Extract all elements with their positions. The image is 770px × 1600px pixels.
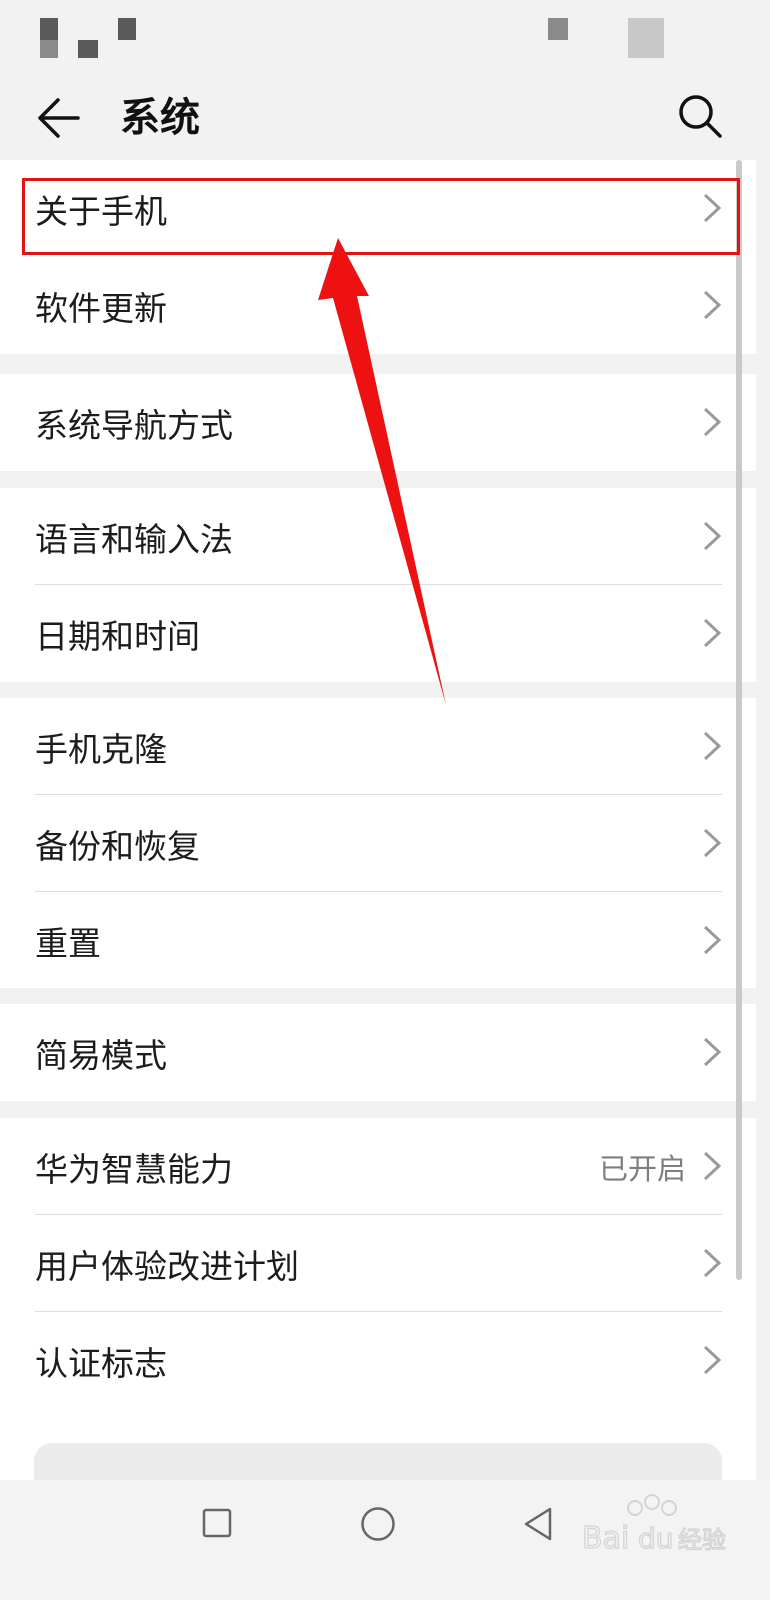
chevron-right-icon bbox=[703, 731, 722, 761]
settings-group-backup: 手机克隆 备份和恢复 重置 bbox=[0, 698, 756, 988]
scrollbar[interactable] bbox=[736, 160, 742, 1280]
settings-item-date-time[interactable]: 日期和时间 bbox=[0, 585, 756, 682]
circle-icon[interactable] bbox=[360, 1506, 396, 1542]
app-header: 系统 bbox=[0, 72, 770, 162]
settings-item-label: 用户体验改进计划 bbox=[35, 1246, 299, 1286]
settings-item-reset[interactable]: 重置 bbox=[0, 892, 756, 989]
chevron-right-icon bbox=[703, 925, 722, 955]
settings-item-system-navigation[interactable]: 系统导航方式 bbox=[0, 374, 756, 471]
page-title: 系统 bbox=[120, 95, 200, 141]
chevron-right-icon bbox=[703, 521, 722, 551]
chevron-right-icon bbox=[703, 1151, 722, 1181]
settings-group-navigation: 系统导航方式 bbox=[0, 374, 756, 471]
settings-group-huawei: 华为智慧能力 已开启 用户体验改进计划 认证标志 bbox=[0, 1118, 756, 1410]
chevron-right-icon bbox=[703, 828, 722, 858]
chevron-right-icon bbox=[703, 1248, 722, 1278]
status-battery-block bbox=[628, 18, 664, 58]
chevron-right-icon bbox=[703, 1037, 722, 1067]
settings-item-label: 备份和恢复 bbox=[35, 826, 200, 866]
annotation-highlight-box bbox=[22, 178, 740, 255]
settings-group-language: 语言和输入法 日期和时间 bbox=[0, 488, 756, 682]
settings-item-status: 已开启 bbox=[598, 1151, 686, 1186]
triangle-back-icon[interactable] bbox=[522, 1506, 554, 1542]
search-icon[interactable] bbox=[674, 90, 726, 142]
chevron-right-icon bbox=[703, 407, 722, 437]
settings-item-label: 手机克隆 bbox=[35, 729, 167, 769]
settings-item-software-update[interactable]: 软件更新 bbox=[0, 257, 756, 354]
status-signal-block bbox=[40, 40, 58, 58]
settings-item-backup-restore[interactable]: 备份和恢复 bbox=[0, 795, 756, 892]
settings-item-label: 语言和输入法 bbox=[35, 519, 233, 559]
settings-item-phone-clone[interactable]: 手机克隆 bbox=[0, 698, 756, 795]
settings-item-simple-mode[interactable]: 简易模式 bbox=[0, 1004, 756, 1101]
status-signal-block bbox=[118, 18, 136, 40]
settings-item-label: 华为智慧能力 bbox=[35, 1149, 233, 1189]
watermark-logo: Bai du 经验 bbox=[580, 1490, 730, 1580]
settings-item-label: 系统导航方式 bbox=[35, 405, 233, 445]
status-signal-block bbox=[40, 18, 58, 40]
chevron-right-icon bbox=[703, 618, 722, 648]
settings-item-label: 日期和时间 bbox=[35, 616, 200, 656]
settings-item-language-input[interactable]: 语言和输入法 bbox=[0, 488, 756, 585]
settings-item-huawei-ai[interactable]: 华为智慧能力 已开启 bbox=[0, 1118, 756, 1215]
svg-text:Bai: Bai bbox=[582, 1521, 629, 1556]
status-bar bbox=[0, 0, 770, 72]
svg-text:du: du bbox=[638, 1522, 674, 1555]
back-arrow-icon[interactable] bbox=[34, 92, 86, 144]
chevron-right-icon bbox=[703, 290, 722, 320]
partial-card bbox=[34, 1443, 722, 1483]
settings-item-label: 认证标志 bbox=[35, 1343, 167, 1383]
settings-item-label: 重置 bbox=[35, 923, 101, 963]
status-battery-block bbox=[548, 18, 568, 40]
status-signal-block bbox=[78, 40, 98, 58]
svg-text:经验: 经验 bbox=[678, 1526, 726, 1554]
settings-item-label: 简易模式 bbox=[35, 1035, 167, 1075]
settings-item-certification[interactable]: 认证标志 bbox=[0, 1312, 756, 1409]
settings-item-user-experience[interactable]: 用户体验改进计划 bbox=[0, 1215, 756, 1312]
settings-item-label: 软件更新 bbox=[35, 288, 167, 328]
chevron-right-icon bbox=[703, 1345, 722, 1375]
settings-group-simple-mode: 简易模式 bbox=[0, 1004, 756, 1101]
square-icon[interactable] bbox=[202, 1508, 232, 1538]
